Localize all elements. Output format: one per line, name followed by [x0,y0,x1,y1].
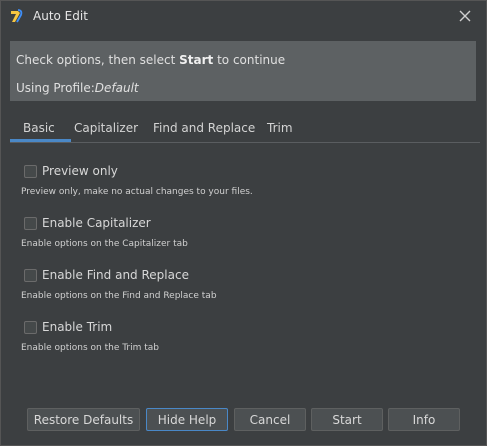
tab-basic[interactable]: Basic [23,121,55,135]
window-title: Auto Edit [33,9,88,23]
enable-capitalizer-checkbox[interactable] [24,216,37,230]
preview-only-checkbox[interactable] [24,164,37,178]
enable-capitalizer-help: Enable options on the Capitalizer tab [21,239,188,249]
profile-text: Using Profile:Default [16,81,139,95]
enable-find-replace-checkbox[interactable] [24,268,37,282]
profile-value: Default [94,81,139,95]
title-bar: Auto Edit [0,0,487,34]
active-tab-indicator [10,139,71,142]
cancel-button[interactable]: Cancel [234,408,306,431]
instruction-bold: Start [179,53,214,67]
tab-find-and-replace[interactable]: Find and Replace [153,121,255,135]
enable-trim-checkbox[interactable] [24,320,37,334]
start-button[interactable]: Start [311,408,383,431]
enable-trim-help: Enable options on the Trim tab [21,343,159,353]
info-button[interactable]: Info [388,408,460,431]
close-icon[interactable] [457,8,473,24]
enable-find-replace-help: Enable options on the Find and Replace t… [21,291,217,301]
hide-help-button[interactable]: Hide Help [146,408,228,431]
instruction-panel: Check options, then select Start to cont… [10,41,476,101]
restore-defaults-button[interactable]: Restore Defaults [27,408,140,431]
tab-capitalizer[interactable]: Capitalizer [74,121,138,135]
app-logo-icon [11,9,23,23]
instruction-text: Check options, then select Start to cont… [16,53,286,67]
preview-only-help: Preview only, make no actual changes to … [21,187,253,197]
tab-trim[interactable]: Trim [267,121,293,135]
preview-only-option[interactable]: Preview only [24,163,118,179]
enable-trim-option[interactable]: Enable Trim [24,319,112,335]
enable-find-replace-option[interactable]: Enable Find and Replace [24,267,189,283]
tab-bar: Basic Capitalizer Find and Replace Trim [10,118,480,143]
enable-capitalizer-option[interactable]: Enable Capitalizer [24,215,151,231]
